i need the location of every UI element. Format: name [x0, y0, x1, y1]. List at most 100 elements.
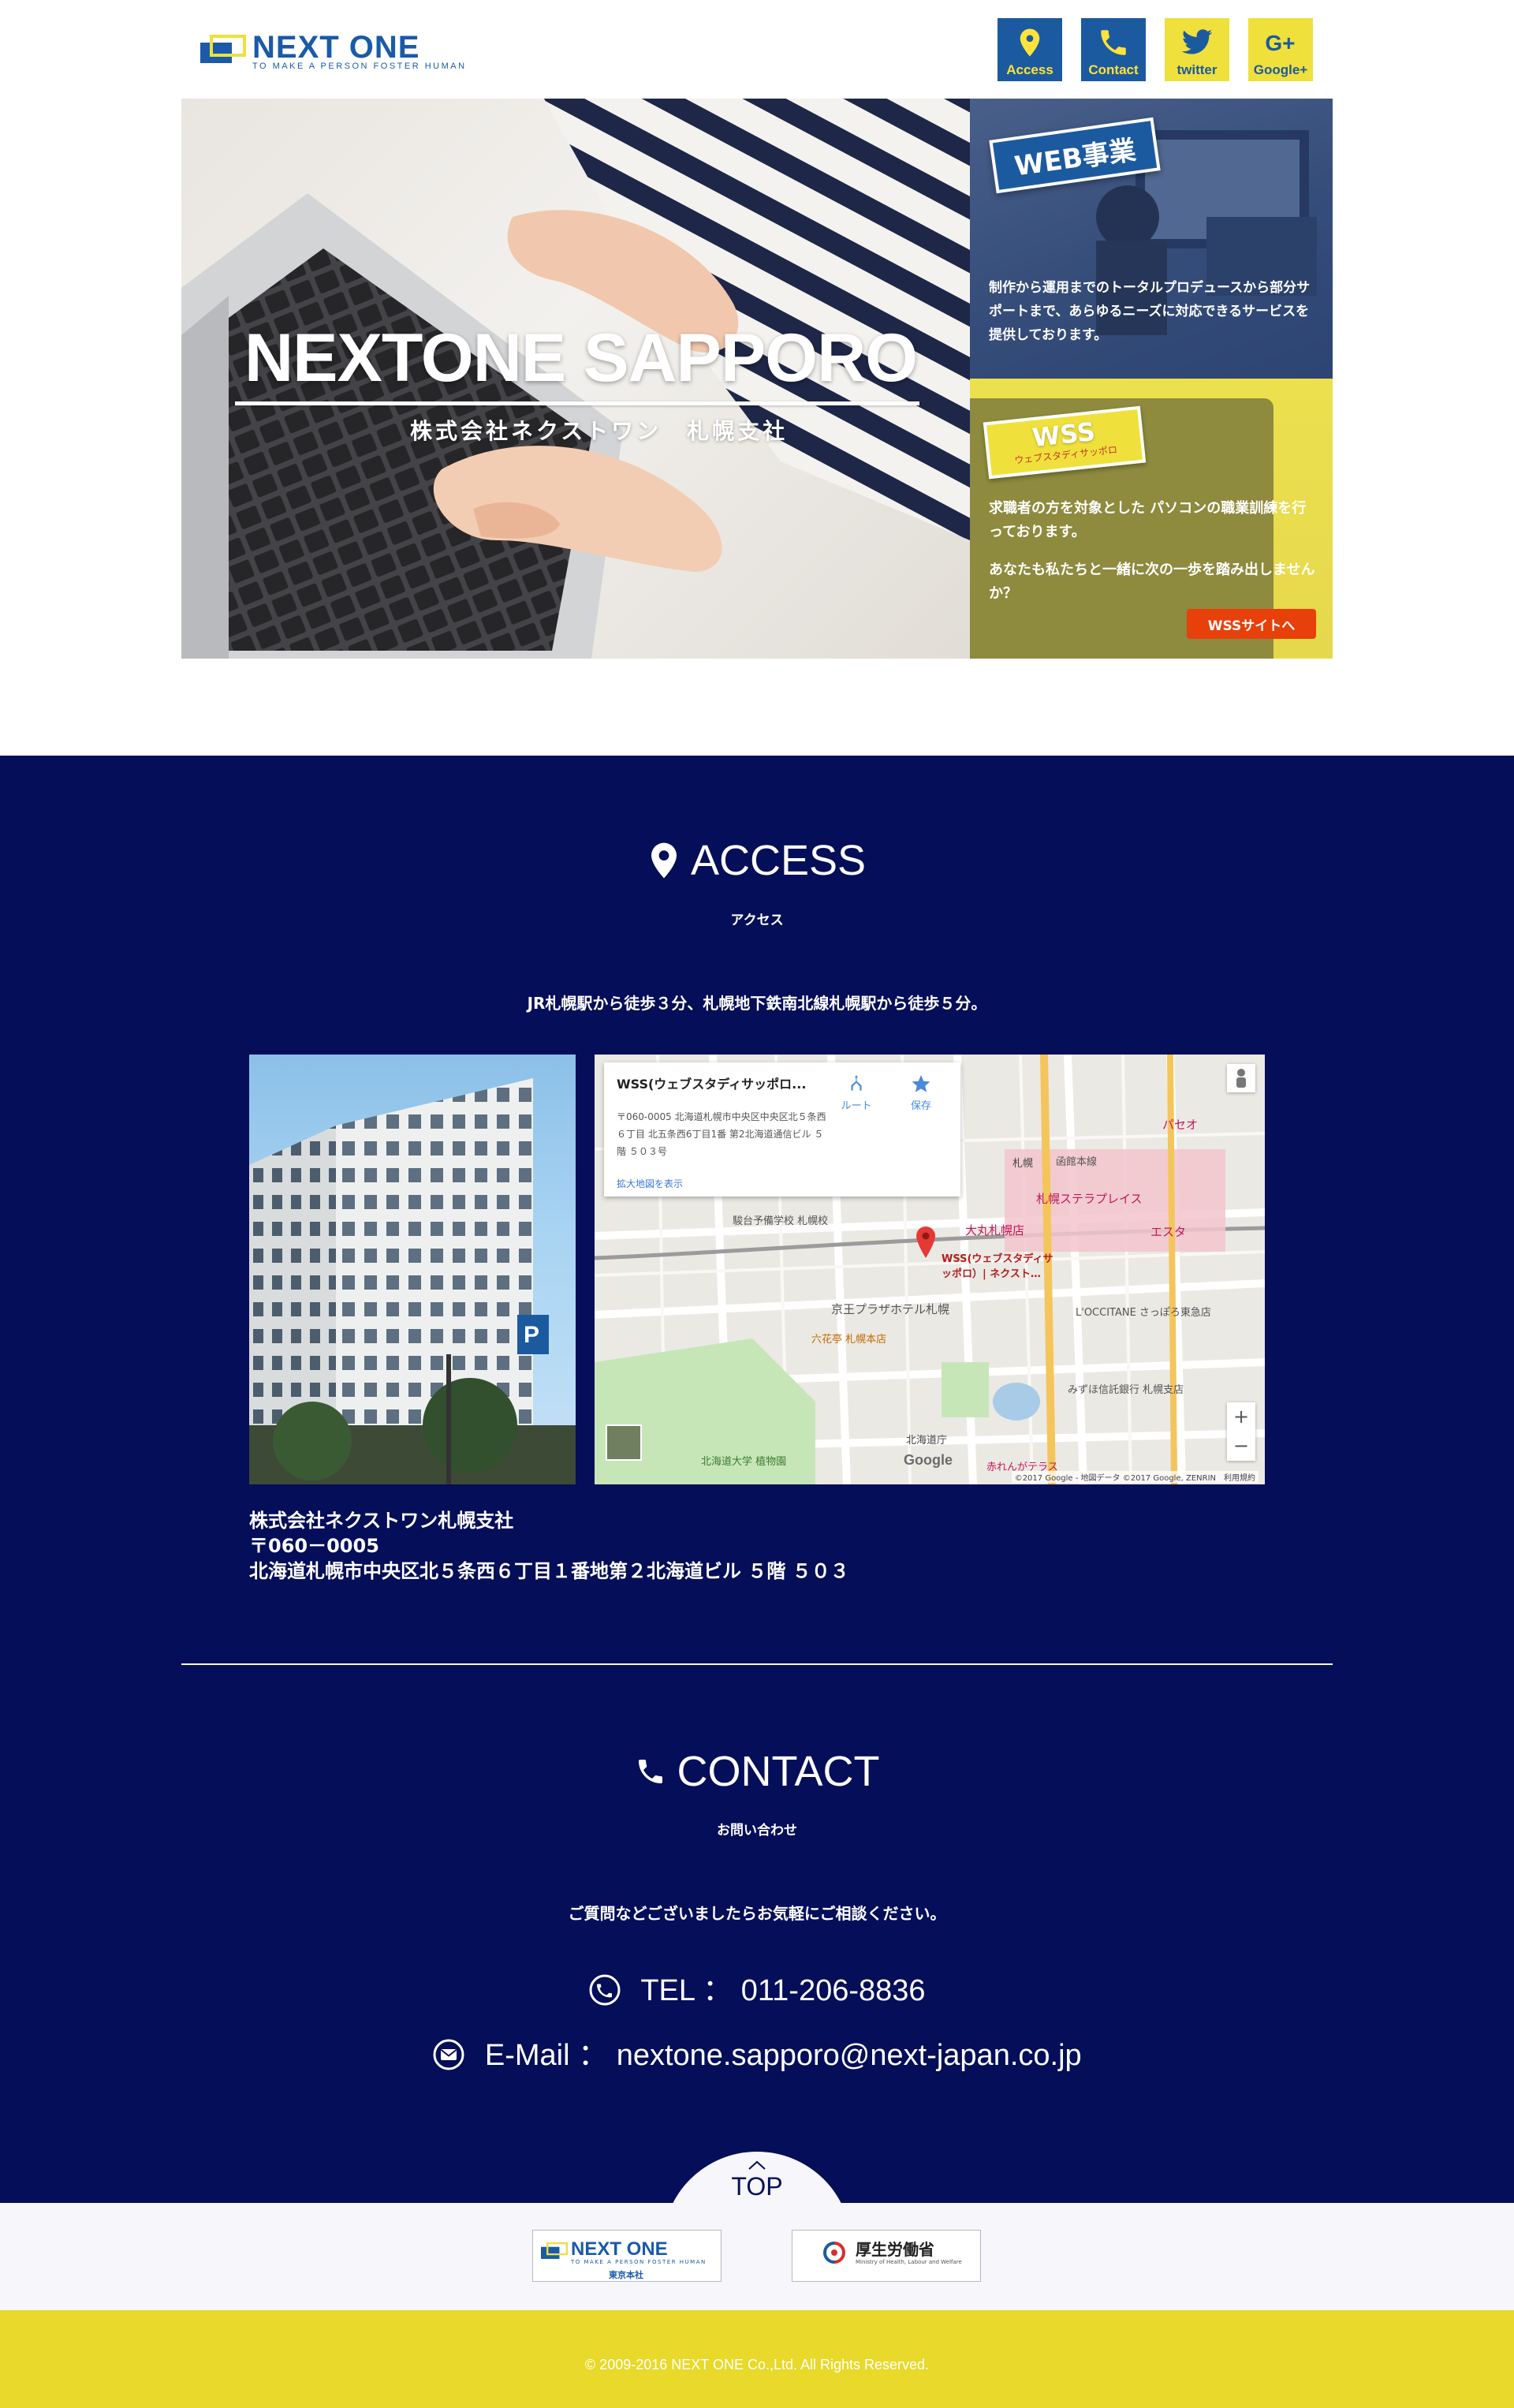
- access-title: ACCESS: [690, 837, 867, 884]
- satellite-toggle[interactable]: [606, 1424, 642, 1461]
- contact-description: ご質問などございましたらお気軽にご相談ください。: [568, 1904, 946, 1923]
- phone-icon: [1101, 30, 1126, 55]
- company-address-block: 株式会社ネクストワン札幌支社 〒060－0005 北海道札幌市中央区北５条西６丁…: [249, 1508, 849, 1584]
- partner1-branch: 東京本社: [609, 2270, 643, 2280]
- map-label-rokkatei: 六花亭 札幌本店: [811, 1334, 887, 1346]
- map-place-name: WSS(ウェブスタディサッポロ...: [617, 1077, 807, 1092]
- company-postal-code: 〒060－0005: [249, 1535, 379, 1557]
- pegman-icon: [1236, 1069, 1246, 1088]
- twitter-label: twitter: [1177, 62, 1218, 77]
- google-plus-button[interactable]: G+ Google+: [1248, 18, 1313, 81]
- map-label-stellar: 札幌ステラプレイス: [1036, 1192, 1143, 1206]
- map-route-label: ルート: [841, 1100, 872, 1112]
- map-label-daimaru: 大丸札幌店: [965, 1223, 1025, 1238]
- phone-icon: [638, 1760, 662, 1783]
- map-enlarge-link[interactable]: 拡大地図を表示: [617, 1177, 683, 1190]
- map-pin-label: WSS(ウェブスタディサッポロ）| ネクスト…: [942, 1253, 1053, 1280]
- tel-line: TEL ： 011-206-8836: [0, 1966, 1514, 2009]
- map-label-hakodate: 函館本線: [1056, 1156, 1098, 1168]
- map-label-sundai: 駿台予備学校 札幌校: [733, 1215, 829, 1227]
- contact-subtitle: お問い合わせ: [717, 1823, 797, 1839]
- company-name: 株式会社ネクストワン札幌支社: [249, 1510, 514, 1532]
- google-map[interactable]: 札幌 札幌ステラプレイス 大丸札幌店 エスタ 函館本線 パセオ 駿台予備学校 札…: [595, 1055, 1265, 1484]
- partner2-name: 厚生労働省: [856, 2240, 934, 2259]
- wss-description: 求職者の方を対象とした パソコンの職業訓練を行っております。: [989, 500, 1307, 540]
- email-link[interactable]: nextone.sapporo@next-japan.co.jp: [617, 2039, 1082, 2072]
- map-info-card: WSS(ウェブスタディサッポロ... 〒060-0005 北海道札幌市中央区中央…: [604, 1062, 960, 1197]
- access-description: JR札幌駅から徒歩３分、札幌地下鉄南北線札幌駅から徒歩５分。: [527, 994, 987, 1013]
- wss-invitation: あなたも私たちと一緒に次の一歩を踏み出しませんか？: [989, 562, 1315, 602]
- hero-banner: NEXTONE SAPPORO 株式会社ネクストワン 札幌支社 WEB事業 制作…: [181, 99, 1333, 659]
- map-route-button[interactable]: ルート: [833, 1073, 880, 1112]
- email-line: E-Mail ： nextone.sapporo@next-japan.co.j…: [0, 2030, 1514, 2074]
- partner2-english-name: Ministry of Health, Labour and Welfare: [856, 2259, 962, 2265]
- web-business-panel[interactable]: WEB事業 制作から運用までのトータルプロデュースから部分サポートまで、あらゆる…: [970, 99, 1333, 379]
- map-save-label: 保存: [910, 1100, 931, 1112]
- map-label-doucho: 北海道庁: [906, 1435, 948, 1447]
- chevron-up-icon: [748, 2160, 766, 2170]
- map-pin-icon: [651, 842, 677, 879]
- map-label-esta: エスタ: [1150, 1225, 1187, 1239]
- hero-subtitle: 株式会社ネクストワン 札幌支社: [410, 418, 789, 444]
- tel-label: TEL ：: [640, 1974, 733, 2007]
- nextone-logo-icon: [541, 2242, 568, 2259]
- envelope-circle-icon: [433, 2039, 464, 2070]
- contact-nav-button[interactable]: Contact: [1081, 18, 1146, 81]
- map-pin-icon: [1020, 28, 1040, 57]
- site-logo[interactable]: NEXT ONE TO MAKE A PERSON FOSTER HUMAN: [200, 30, 476, 71]
- map-place-address: 〒060-0005 北海道札幌市中央区中央区北５条西６丁目 北五条西6丁目1番 …: [617, 1111, 826, 1157]
- map-label-paseo: パセオ: [1162, 1118, 1199, 1132]
- map-label-mizuho: みずほ信託銀行 札幌支店: [1068, 1384, 1184, 1396]
- partner-mhlw[interactable]: 厚生労働省 Ministry of Health, Labour and Wel…: [792, 2230, 981, 2282]
- logo-mark-icon: [200, 35, 246, 63]
- directions-icon: [851, 1075, 862, 1091]
- tel-number-link[interactable]: 011-206-8836: [741, 1974, 926, 2007]
- contact-title: CONTACT: [677, 1748, 880, 1795]
- hero-title-underline: [235, 401, 919, 405]
- map-save-button[interactable]: 保存: [897, 1073, 945, 1112]
- hero-main-image: NEXTONE SAPPORO 株式会社ネクストワン 札幌支社: [181, 99, 970, 659]
- map-attribution: ©2017 Google - 地図データ ©2017 Google, ZENRI…: [1011, 1471, 1259, 1483]
- email-label: E-Mail ：: [484, 2039, 609, 2072]
- logo-text: NEXT ONE: [252, 30, 420, 65]
- partner1-tagline: TO MAKE A PERSON FOSTER HUMAN: [571, 2259, 707, 2265]
- location-pin-icon[interactable]: [915, 1226, 936, 1258]
- logo-tagline: TO MAKE A PERSON FOSTER HUMAN: [252, 62, 467, 71]
- building-photo: P: [249, 1055, 576, 1484]
- copyright: © 2009-2016 NEXT ONE Co.,Ltd. All Rights…: [584, 2357, 930, 2373]
- star-icon: [912, 1075, 930, 1092]
- contact-heading: CONTACT: [0, 1747, 1514, 1796]
- google-logo: Google: [904, 1452, 953, 1468]
- map-label-station: 札幌: [1012, 1158, 1034, 1170]
- building-illustration: P: [249, 1078, 576, 1484]
- web-business-text: 制作から運用までのトータルプロデュースから部分サポートまで、あらゆるニーズに対応…: [989, 280, 1311, 343]
- section-divider: [181, 1663, 1333, 1665]
- contact-nav-label: Contact: [1088, 62, 1139, 77]
- map-label-keio: 京王プラザホテル札幌: [831, 1302, 950, 1316]
- site-header: NEXT ONE TO MAKE A PERSON FOSTER HUMAN A…: [0, 0, 1514, 99]
- map-zoom-control: + −: [1227, 1402, 1255, 1461]
- access-subtitle: アクセス: [730, 913, 784, 928]
- partner-nextone-tokyo[interactable]: NEXT ONE TO MAKE A PERSON FOSTER HUMAN 東…: [532, 2230, 722, 2282]
- street-view-button[interactable]: [1227, 1064, 1255, 1092]
- access-nav-button[interactable]: Access: [998, 18, 1062, 81]
- map-label-occitane: L'OCCITANE さっぽろ東急店: [1076, 1307, 1211, 1319]
- partner1-name: NEXT ONE: [571, 2238, 668, 2260]
- mhlw-logo-icon: [823, 2242, 845, 2264]
- wss-site-button[interactable]: WSSサイトへ: [1187, 609, 1316, 639]
- access-nav-label: Access: [1006, 62, 1053, 77]
- twitter-button[interactable]: twitter: [1165, 18, 1229, 81]
- zoom-in-button[interactable]: +: [1227, 1402, 1255, 1432]
- company-address: 北海道札幌市中央区北５条西６丁目１番地第２北海道ビル ５階 ５０３: [249, 1560, 849, 1582]
- map-label-botanic: 北海道大学 植物園: [701, 1456, 787, 1468]
- twitter-icon: [1181, 29, 1213, 54]
- hero-title: NEXTONE SAPPORO: [244, 320, 918, 396]
- phone-circle-icon: [589, 1974, 621, 2006]
- svg-text:P: P: [524, 1322, 539, 1348]
- zoom-out-button[interactable]: −: [1227, 1432, 1255, 1461]
- svg-text:G+: G+: [1265, 31, 1295, 55]
- back-to-top-label: TOP: [731, 2172, 783, 2201]
- access-heading: ACCESS: [0, 836, 1514, 885]
- wss-badge: WSS ウェブスタディサッポロ: [983, 405, 1147, 480]
- google-plus-icon: G+: [1265, 31, 1295, 55]
